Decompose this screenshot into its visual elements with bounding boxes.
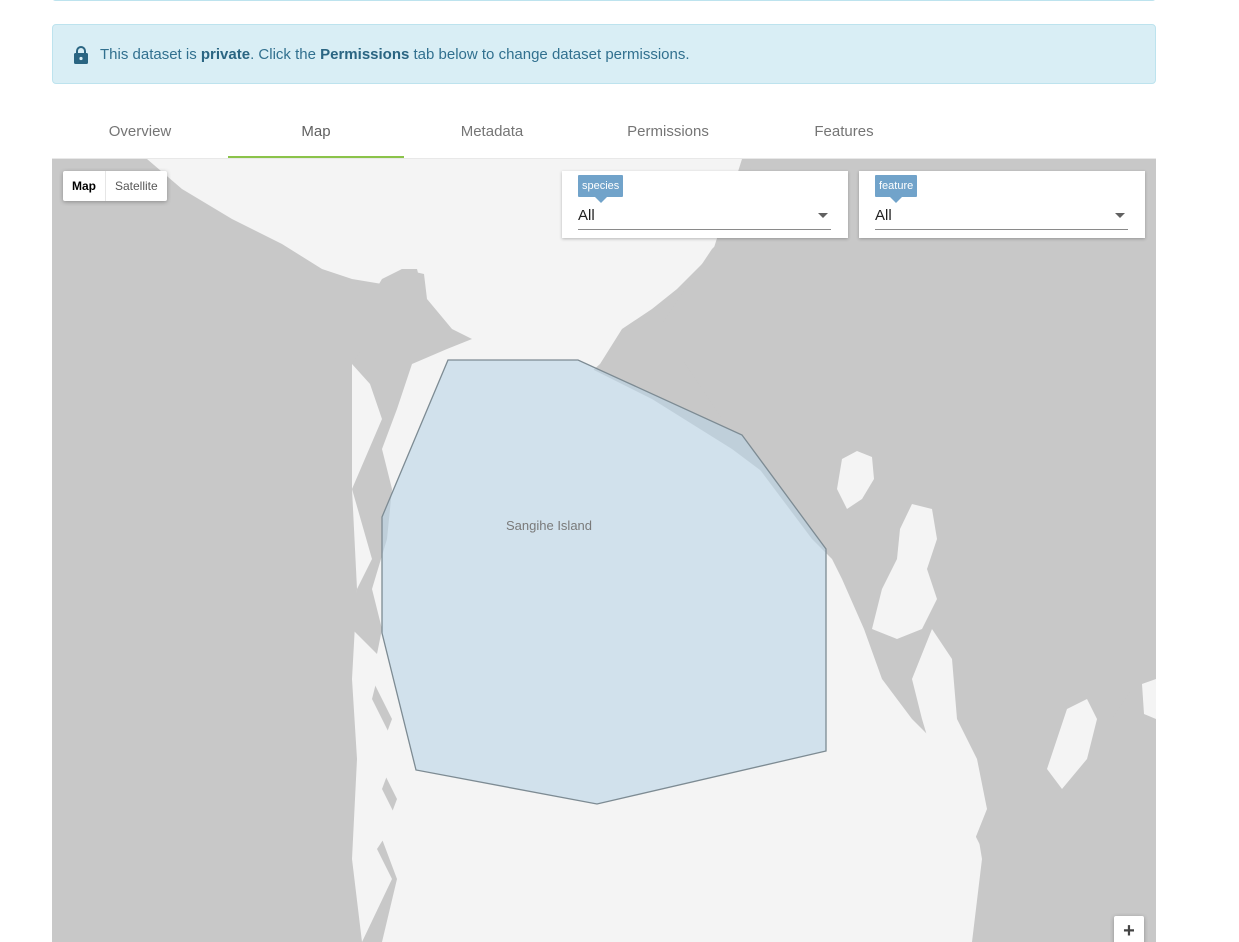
- place-label-sangihe: Sangihe Island: [506, 518, 593, 533]
- private-dataset-alert: This dataset is private. Click the Permi…: [52, 24, 1156, 84]
- alert-permissions-ref: Permissions: [320, 46, 410, 63]
- lock-icon: [74, 46, 88, 64]
- tab-permissions[interactable]: Permissions: [580, 106, 756, 156]
- species-filter-tag: species: [578, 175, 624, 203]
- feature-filter[interactable]: feature All: [859, 171, 1145, 238]
- chevron-down-icon[interactable]: [1115, 213, 1125, 218]
- map-type-satellite-button[interactable]: Satellite: [106, 171, 167, 201]
- dataset-tabs: Overview Map Metadata Permissions Featur…: [52, 106, 1156, 160]
- species-filter-value[interactable]: All: [578, 207, 595, 224]
- map-type-control: Map Satellite: [63, 171, 167, 201]
- alert-top-edge: [52, 0, 1156, 1]
- feature-filter-tag: feature: [875, 175, 918, 203]
- feature-filter-value[interactable]: All: [875, 207, 892, 224]
- map-type-map-button[interactable]: Map: [63, 171, 106, 201]
- alert-text: This dataset is private. Click the Permi…: [100, 46, 690, 63]
- map-terrain: [52, 159, 1156, 942]
- tab-features[interactable]: Features: [756, 106, 932, 156]
- chevron-down-icon[interactable]: [818, 213, 828, 218]
- species-filter[interactable]: species All: [562, 171, 848, 238]
- tab-metadata[interactable]: Metadata: [404, 106, 580, 156]
- island-right-edge: [1142, 679, 1156, 719]
- tab-map[interactable]: Map: [228, 106, 404, 159]
- tab-overview[interactable]: Overview: [52, 106, 228, 156]
- species-filter-underline: [578, 229, 831, 230]
- map-view[interactable]: Map Satellite species All feature All Sa…: [52, 159, 1156, 942]
- zoom-in-button[interactable]: +: [1114, 916, 1144, 942]
- alert-status: private: [200, 46, 251, 63]
- feature-filter-underline: [875, 229, 1128, 230]
